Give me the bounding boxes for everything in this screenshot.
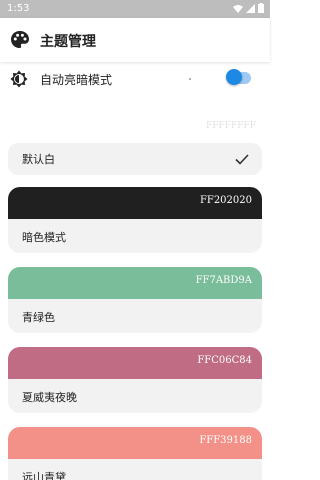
check-icon: [235, 154, 249, 165]
status-time: 1:53: [7, 3, 30, 14]
color-hex: FF7ABD9A: [195, 275, 252, 286]
theme-card[interactable]: FF7ABD9A 青绿色: [8, 267, 262, 333]
status-bar: 1:53: [0, 0, 270, 18]
theme-name: 青绿色: [22, 311, 55, 324]
signal-icon: [246, 3, 255, 13]
battery-icon: [258, 3, 264, 13]
default-theme-label: 默认白: [22, 153, 55, 166]
app-bar: 主题管理: [0, 18, 270, 62]
page-title: 主题管理: [40, 34, 96, 50]
color-hex: FFC06C84: [197, 355, 252, 366]
status-icons: [233, 3, 264, 13]
theme-name: 暗色模式: [22, 231, 66, 244]
auto-dark-toggle-knob[interactable]: [226, 69, 242, 85]
separator-dot: [189, 78, 191, 80]
wifi-icon: [233, 4, 243, 13]
theme-name: 远山青黛: [22, 471, 66, 480]
auto-dark-label: 自动亮暗模式: [40, 73, 113, 87]
palette-icon: [11, 31, 29, 48]
faint-hex-label: FFFFFFFF: [206, 121, 256, 131]
auto-dark-row[interactable]: 自动亮暗模式: [0, 64, 270, 94]
color-hex: FF202020: [199, 195, 252, 206]
theme-card[interactable]: FFC06C84 夏威夷夜晚: [8, 347, 262, 413]
theme-card[interactable]: FFF39188 远山青黛: [8, 427, 262, 480]
theme-card-default[interactable]: 默认白: [8, 143, 262, 175]
color-hex: FFF39188: [199, 435, 252, 446]
theme-name: 夏威夷夜晚: [22, 391, 77, 404]
brightness-icon: [10, 70, 28, 88]
theme-card[interactable]: FF202020 暗色模式: [8, 187, 262, 253]
